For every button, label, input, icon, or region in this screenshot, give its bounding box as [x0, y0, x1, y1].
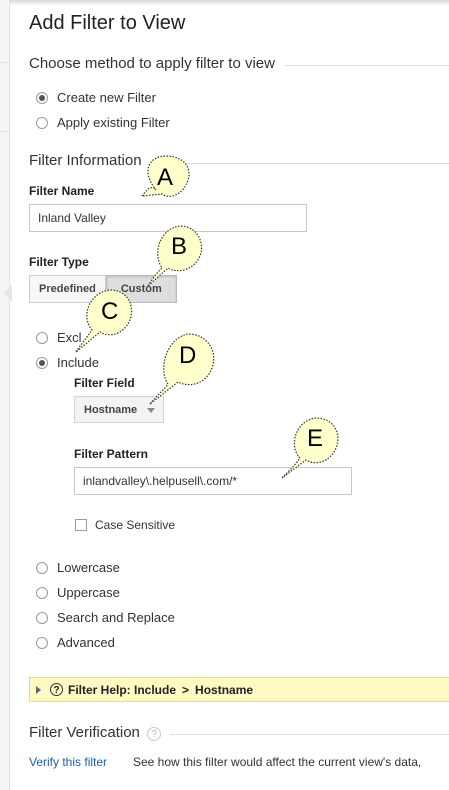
- verify-description: See how this filter would affect the cur…: [133, 755, 422, 769]
- radio-label: Search and Replace: [57, 610, 175, 625]
- filter-name-label: Filter Name: [29, 184, 95, 198]
- case-sensitive-checkbox-row[interactable]: Case Sensitive: [75, 518, 175, 532]
- help-icon[interactable]: ?: [147, 727, 161, 741]
- expand-triangle-icon[interactable]: [36, 685, 41, 694]
- filter-pattern-input[interactable]: inlandvalley\.helpusell\.com/*: [74, 467, 352, 495]
- radio-button[interactable]: [36, 331, 48, 344]
- radio-button[interactable]: [36, 561, 48, 574]
- radio-label: Create new Filter: [57, 90, 156, 105]
- radio-button[interactable]: [36, 116, 48, 129]
- filter-pattern-value: inlandvalley\.helpusell\.com/*: [83, 474, 238, 488]
- callout-c-label: C: [101, 298, 119, 325]
- filter-pattern-label: Filter Pattern: [74, 447, 149, 461]
- gutter-divider: [0, 62, 9, 63]
- verification-rule: [170, 734, 449, 735]
- method-heading: Choose method to apply filter to view: [29, 55, 275, 72]
- radio-uppercase[interactable]: Uppercase: [36, 585, 120, 600]
- left-gutter: [0, 0, 10, 790]
- verify-filter-link[interactable]: Verify this filter: [29, 755, 107, 769]
- callout-e-label: E: [307, 425, 324, 452]
- radio-button[interactable]: [36, 91, 48, 104]
- filter-field-value: Hostname: [84, 403, 138, 416]
- radio-button[interactable]: [36, 356, 48, 369]
- radio-label: Lowercase: [57, 560, 120, 575]
- gutter-divider: [0, 131, 9, 132]
- radio-search-and-replace[interactable]: Search and Replace: [36, 610, 175, 625]
- radio-label: Apply existing Filter: [57, 115, 170, 130]
- filter-name-value: Inland Valley: [38, 211, 106, 225]
- radio-label: Excl: [57, 330, 82, 345]
- callout-d-label: D: [179, 342, 197, 369]
- method-rule: [285, 65, 449, 66]
- filter-name-input[interactable]: Inland Valley: [29, 204, 307, 232]
- page-title: Add Filter to View: [29, 12, 186, 34]
- radio-advanced[interactable]: Advanced: [36, 635, 115, 650]
- filter-field-select[interactable]: Hostname: [74, 396, 164, 423]
- radio-create-new-filter[interactable]: Create new Filter: [36, 90, 156, 105]
- filter-help-field: Hostname: [195, 682, 254, 697]
- radio-label: Advanced: [57, 635, 115, 650]
- filter-field-label: Filter Field: [74, 376, 135, 390]
- radio-button[interactable]: [36, 611, 48, 624]
- filter-type-label: Filter Type: [29, 255, 89, 269]
- radio-label: Uppercase: [57, 585, 120, 600]
- radio-button[interactable]: [36, 636, 48, 649]
- help-icon: ?: [50, 683, 63, 696]
- top-edge: [0, 0, 449, 6]
- filter-help-bar[interactable]: ? Filter Help: Include > Hostname: [29, 677, 449, 702]
- case-sensitive-label: Case Sensitive: [95, 518, 176, 532]
- radio-exclude[interactable]: Excl: [36, 330, 82, 345]
- radio-apply-existing-filter[interactable]: Apply existing Filter: [36, 115, 170, 130]
- radio-lowercase[interactable]: Lowercase: [36, 560, 120, 575]
- panel-pointer: [4, 284, 12, 302]
- radio-button[interactable]: [36, 586, 48, 599]
- predefined-button[interactable]: Predefined: [29, 275, 106, 303]
- help-separator: >: [182, 682, 190, 697]
- filter-info-rule: [150, 163, 449, 164]
- filter-info-heading: Filter Information: [29, 152, 142, 169]
- radio-label: Include: [57, 355, 99, 370]
- callout-b-label: B: [171, 233, 188, 260]
- case-sensitive-checkbox[interactable]: [75, 519, 87, 531]
- chevron-down-icon: [147, 408, 155, 413]
- callout-a-label: A: [157, 164, 174, 191]
- filter-help-text: Filter Help: Include: [68, 682, 177, 697]
- filter-verification-heading: Filter Verification: [29, 724, 140, 741]
- radio-include[interactable]: Include: [36, 355, 99, 370]
